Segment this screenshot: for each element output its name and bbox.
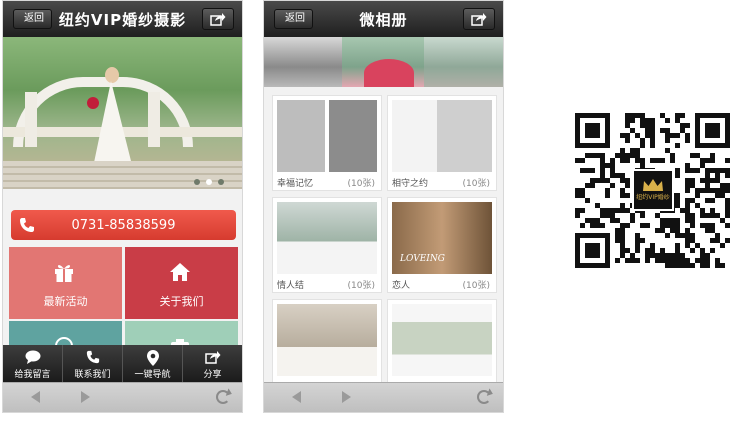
- banner-photo: [342, 37, 424, 87]
- share-icon: [210, 13, 226, 26]
- album-count: (10张): [462, 179, 490, 189]
- phone-icon: [20, 218, 34, 232]
- home-icon: [170, 263, 190, 281]
- browser-forward-icon[interactable]: [81, 391, 90, 403]
- screenshot-stage: 返回 纽约VIP婚纱摄影 0731-85838599 最新活动 关于我们 给我留…: [0, 0, 754, 425]
- call-phone-number: 0731-85838599: [71, 217, 176, 233]
- album-phone-screen: 返回 微相册 幸福记忆 (10张) 相守之约 (10张) 情人结 (10张) L…: [263, 0, 504, 413]
- album-card[interactable]: 幸福记忆 (10张): [272, 95, 382, 191]
- album-thumbnail: [277, 100, 377, 172]
- page-title: 微相册: [359, 10, 408, 29]
- album-card[interactable]: 情人结 (10张): [272, 197, 382, 293]
- share-icon: [204, 351, 220, 364]
- banner-photo: [424, 37, 503, 87]
- album-thumbnail: [277, 202, 377, 274]
- browser-back-icon[interactable]: [31, 391, 40, 403]
- album-thumbnail: [277, 304, 377, 376]
- tile-about-us[interactable]: 关于我们: [125, 247, 238, 319]
- chat-bubble-icon: [25, 350, 40, 364]
- back-button[interactable]: 返回: [274, 9, 313, 29]
- top-nav-bar: 返回 纽约VIP婚纱摄影: [3, 1, 242, 37]
- album-count: (10张): [347, 281, 375, 291]
- qr-code: 纽约VIP婚纱: [575, 113, 730, 268]
- bouquet: [87, 97, 99, 109]
- bottom-nav-bar: 给我留言 联系我们 一键导航 分享: [3, 345, 242, 383]
- album-card[interactable]: LOVEING 恋人 (10张): [387, 197, 497, 293]
- slider-dot[interactable]: [194, 179, 200, 185]
- location-pin-icon: [146, 350, 159, 366]
- album-count: (10张): [347, 179, 375, 189]
- page-title: 纽约VIP婚纱摄影: [58, 10, 187, 29]
- refresh-icon[interactable]: [216, 390, 230, 404]
- hero-image-slider[interactable]: [3, 37, 242, 189]
- album-thumbnail: [392, 304, 492, 376]
- browser-back-icon[interactable]: [292, 391, 301, 403]
- qr-center-logo: 纽约VIP婚纱: [632, 169, 674, 211]
- phone-icon: [86, 350, 99, 364]
- browser-toolbar: [264, 382, 503, 412]
- bottom-nav-contact[interactable]: 联系我们: [63, 345, 123, 383]
- browser-forward-icon[interactable]: [342, 391, 351, 403]
- share-button[interactable]: [463, 8, 495, 30]
- album-thumbnail: LOVEING: [392, 202, 492, 274]
- slider-dots: [194, 179, 224, 185]
- bottom-nav-message[interactable]: 给我留言: [3, 345, 63, 383]
- thumbnail-overlay-text: LOVEING: [400, 254, 445, 264]
- top-nav-bar: 返回 微相册: [264, 1, 503, 37]
- bottom-nav-share[interactable]: 分享: [183, 345, 242, 383]
- crown-icon: [643, 179, 663, 191]
- album-banner-image[interactable]: [264, 37, 503, 87]
- album-thumbnail: [392, 100, 492, 172]
- album-card[interactable]: [387, 299, 497, 395]
- qr-logo-text: 纽约VIP婚纱: [636, 194, 670, 201]
- banner-photo: [264, 37, 342, 87]
- home-phone-screen: 返回 纽约VIP婚纱摄影 0731-85838599 最新活动 关于我们 给我留…: [2, 0, 243, 413]
- album-count: (10张): [462, 281, 490, 291]
- refresh-icon[interactable]: [477, 390, 491, 404]
- tile-label: 关于我们: [159, 295, 204, 308]
- bottom-nav-label: 分享: [203, 370, 222, 380]
- bottom-nav-label: 联系我们: [74, 370, 111, 380]
- album-name: 幸福记忆: [277, 179, 314, 189]
- tile-latest-activities[interactable]: 最新活动: [9, 247, 122, 319]
- slider-dot[interactable]: [218, 179, 224, 185]
- bridge-pillar: [25, 92, 37, 147]
- bridge-pillar: [148, 92, 160, 147]
- album-name: 恋人: [392, 281, 411, 291]
- back-button[interactable]: 返回: [13, 9, 52, 29]
- slider-dot-active[interactable]: [206, 179, 212, 185]
- bottom-nav-label: 一键导航: [134, 370, 171, 380]
- album-card[interactable]: [272, 299, 382, 395]
- album-name: 情人结: [277, 281, 305, 291]
- album-card[interactable]: 相守之约 (10张): [387, 95, 497, 191]
- gift-icon: [55, 265, 73, 282]
- tile-label: 最新活动: [43, 295, 88, 308]
- album-name: 相守之约: [392, 179, 429, 189]
- share-button[interactable]: [202, 8, 234, 30]
- call-phone-button[interactable]: 0731-85838599: [11, 210, 236, 240]
- bottom-nav-label: 给我留言: [14, 370, 51, 380]
- share-icon: [471, 13, 487, 26]
- browser-toolbar: [3, 382, 242, 412]
- bottom-nav-navigation[interactable]: 一键导航: [123, 345, 183, 383]
